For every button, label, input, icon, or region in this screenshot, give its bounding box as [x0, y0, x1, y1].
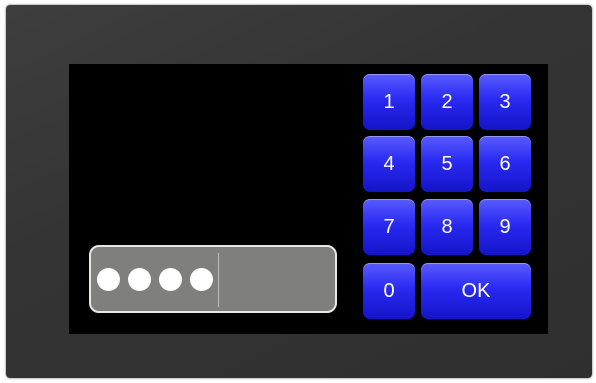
pin-dots [97, 247, 213, 311]
numeric-keypad: 1 2 3 4 5 6 7 8 9 0 OK [363, 74, 535, 322]
pin-display-divider [218, 253, 219, 307]
key-3[interactable]: 3 [479, 74, 531, 130]
pin-dot-3 [159, 267, 182, 291]
pin-dot-4 [190, 267, 213, 291]
key-2[interactable]: 2 [421, 74, 473, 130]
key-4[interactable]: 4 [363, 136, 415, 192]
key-5[interactable]: 5 [421, 136, 473, 192]
key-7[interactable]: 7 [363, 199, 415, 255]
key-8[interactable]: 8 [421, 199, 473, 255]
ok-button[interactable]: OK [421, 263, 531, 319]
key-1[interactable]: 1 [363, 74, 415, 130]
key-9[interactable]: 9 [479, 199, 531, 255]
key-6[interactable]: 6 [479, 136, 531, 192]
pin-entry-display [89, 245, 337, 313]
key-0[interactable]: 0 [363, 263, 415, 319]
device-bezel: 1 2 3 4 5 6 7 8 9 0 OK [6, 5, 592, 378]
touch-screen: 1 2 3 4 5 6 7 8 9 0 OK [69, 64, 548, 334]
pin-dot-1 [97, 267, 120, 291]
pin-dot-2 [128, 267, 151, 291]
